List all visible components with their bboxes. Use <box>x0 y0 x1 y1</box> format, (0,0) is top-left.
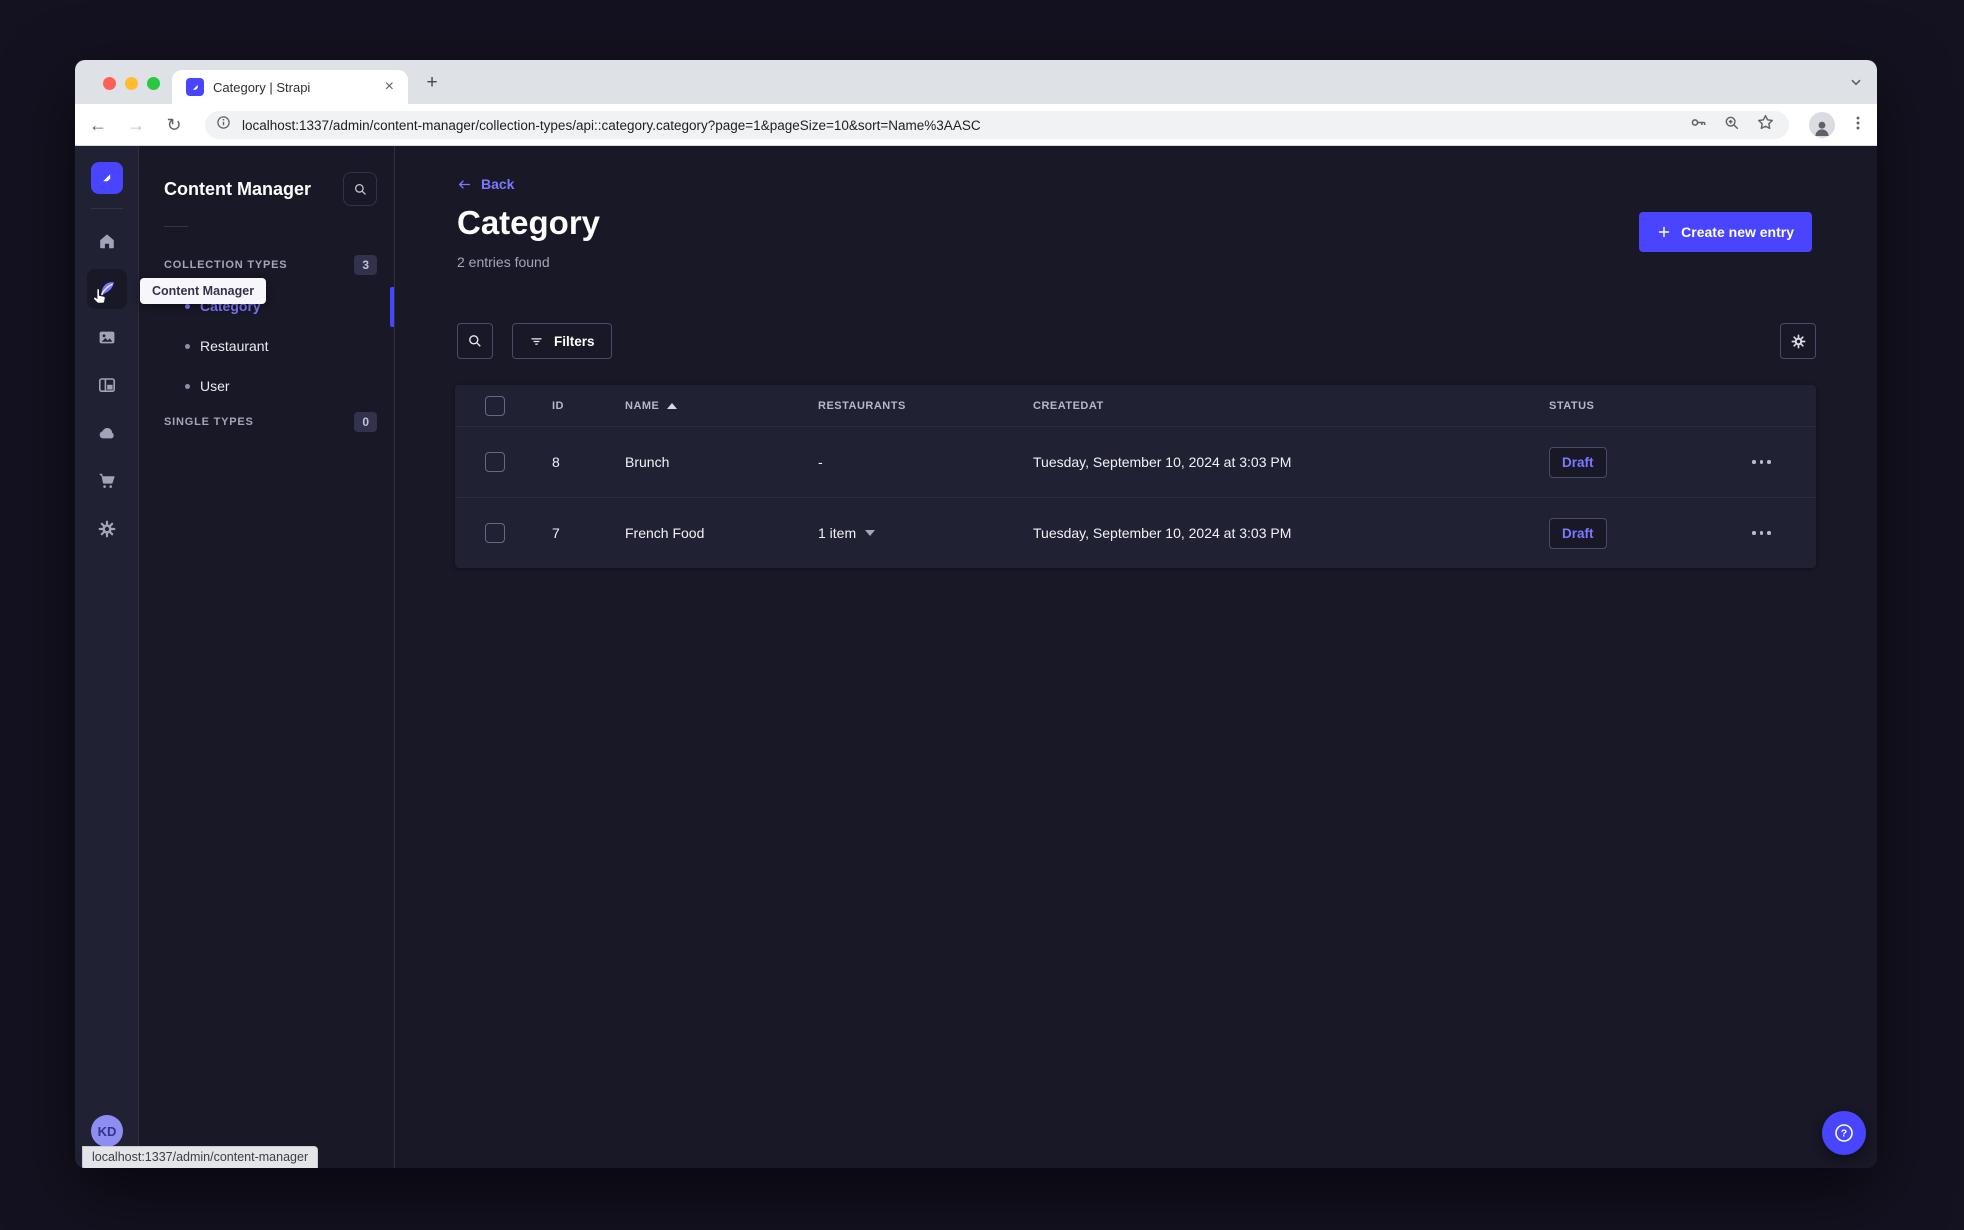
close-window-button[interactable] <box>103 77 116 90</box>
arrow-left-icon <box>458 179 471 189</box>
table-header-row: ID NAME RESTAURANTS CREATEDAT STATUS <box>455 385 1816 426</box>
content-manager-tooltip: Content Manager <box>140 278 267 304</box>
browser-tab[interactable]: Category | Strapi × <box>172 70 408 104</box>
subnav-title: Content Manager <box>164 178 312 199</box>
help-button[interactable]: ? <box>1822 1111 1866 1155</box>
gear-icon <box>1791 334 1805 348</box>
row-checkbox[interactable] <box>485 452 505 472</box>
filter-icon <box>531 337 542 345</box>
user-avatar[interactable]: KD <box>91 1115 123 1147</box>
single-types-label: SINGLE TYPES <box>164 416 254 428</box>
sort-ascending-icon <box>667 402 678 409</box>
create-button-label: Create new entry <box>1681 224 1794 240</box>
bullet-icon <box>185 383 190 389</box>
create-new-entry-button[interactable]: Create new entry <box>1639 212 1812 252</box>
cell-id: 7 <box>552 525 560 541</box>
collection-types-count-badge: 3 <box>354 255 377 275</box>
main-content: Back Category 2 entries found Create new… <box>395 146 1877 1168</box>
sidebar-item-content-type-builder[interactable] <box>87 365 127 405</box>
tab-close-icon[interactable]: × <box>381 77 398 97</box>
reload-icon[interactable]: ↻ <box>163 114 185 136</box>
row-checkbox[interactable] <box>485 523 505 543</box>
table-row[interactable]: 8 Brunch - Tuesday, September 10, 2024 a… <box>455 426 1816 497</box>
col-header-restaurants[interactable]: RESTAURANTS <box>818 400 1033 412</box>
minimize-window-button[interactable] <box>125 77 138 90</box>
status-badge: Draft <box>1549 446 1607 478</box>
table-settings-button[interactable] <box>1780 323 1816 359</box>
subnav-item-label: Restaurant <box>200 338 269 354</box>
subnav-item-label: User <box>200 378 230 394</box>
back-label: Back <box>481 176 515 192</box>
browser-toolbar: ← → ↻ localhost:1337/admin/content-manag… <box>75 104 1877 146</box>
table-search-button[interactable] <box>457 323 493 359</box>
back-link[interactable]: Back <box>457 176 514 192</box>
password-key-icon[interactable] <box>1689 113 1708 137</box>
entries-count: 2 entries found <box>457 254 550 270</box>
cell-name: French Food <box>625 525 705 541</box>
link-preview-statusbar: localhost:1337/admin/content-manager <box>82 1146 319 1168</box>
tab-title: Category | Strapi <box>213 79 311 95</box>
browser-menu-icon[interactable] <box>1849 114 1867 137</box>
status-badge: Draft <box>1549 517 1607 549</box>
col-header-createdat[interactable]: CREATEDAT <box>1033 400 1549 412</box>
sidebar-item-settings[interactable] <box>87 509 127 549</box>
question-mark-icon: ? <box>1835 1124 1853 1142</box>
col-header-status[interactable]: STATUS <box>1549 400 1750 412</box>
site-info-icon[interactable] <box>215 114 232 136</box>
bullet-icon <box>185 343 190 349</box>
url-text[interactable]: localhost:1337/admin/content-manager/col… <box>242 118 1679 133</box>
browser-profile-avatar[interactable] <box>1809 112 1835 138</box>
col-header-id[interactable]: ID <box>552 400 625 412</box>
bookmark-star-icon[interactable] <box>1756 113 1775 137</box>
svg-text:?: ? <box>1841 1128 1847 1140</box>
subnav-item-user[interactable]: User <box>139 366 394 406</box>
cell-createdat: Tuesday, September 10, 2024 at 3:03 PM <box>1033 525 1292 541</box>
bullet-icon <box>185 303 190 309</box>
page-title: Category <box>457 204 601 241</box>
address-bar[interactable]: localhost:1337/admin/content-manager/col… <box>205 111 1789 139</box>
sidebar-item-marketplace[interactable] <box>87 461 127 501</box>
forward-nav-icon[interactable]: → <box>125 114 147 136</box>
row-actions-menu-icon[interactable] <box>1750 527 1816 539</box>
sidebar-divider <box>90 208 123 209</box>
cell-name: Brunch <box>625 454 670 470</box>
cell-createdat: Tuesday, September 10, 2024 at 3:03 PM <box>1033 454 1292 470</box>
cell-id: 8 <box>552 454 560 470</box>
collection-types-label: COLLECTION TYPES <box>164 259 288 271</box>
table-row[interactable]: 7 French Food 1 item Tuesday, September … <box>455 497 1816 568</box>
cell-restaurants[interactable]: 1 item <box>818 525 1033 541</box>
row-actions-menu-icon[interactable] <box>1750 456 1816 468</box>
sidebar-item-media-library[interactable] <box>87 317 127 357</box>
strapi-app: KD Content Manager COLLECTION TYPES 3 Ca… <box>75 146 1877 1168</box>
cell-restaurants: - <box>818 454 823 470</box>
subnav-item-restaurant[interactable]: Restaurant <box>139 326 394 366</box>
strapi-logo[interactable] <box>90 162 123 194</box>
subnav-divider <box>164 226 188 227</box>
filters-button[interactable]: Filters <box>512 323 612 359</box>
strapi-favicon <box>186 78 204 96</box>
active-item-indicator <box>390 287 394 327</box>
browser-tabstrip: Category | Strapi × + <box>75 60 1877 104</box>
entries-table: ID NAME RESTAURANTS CREATEDAT STATUS 8 B… <box>455 385 1816 568</box>
back-nav-icon[interactable]: ← <box>87 114 109 136</box>
maximize-window-button[interactable] <box>147 77 160 90</box>
sidebar-item-home[interactable] <box>87 221 127 261</box>
new-tab-button[interactable]: + <box>420 71 444 95</box>
col-header-name[interactable]: NAME <box>625 400 818 412</box>
tab-search-chevron-icon[interactable] <box>1847 73 1865 91</box>
plus-icon <box>1658 226 1670 238</box>
zoom-page-icon[interactable] <box>1723 114 1741 137</box>
filters-label: Filters <box>554 333 595 349</box>
traffic-lights <box>103 77 160 90</box>
search-icon <box>469 335 481 347</box>
browser-window: Category | Strapi × + ← → ↻ localhost:13… <box>75 60 1877 1168</box>
sidebar-item-cloud[interactable] <box>87 413 127 453</box>
chevron-down-icon <box>865 530 876 536</box>
select-all-checkbox[interactable] <box>485 395 505 416</box>
single-types-count-badge: 0 <box>354 412 377 432</box>
hand-cursor-icon <box>89 286 111 313</box>
subnav-search-button[interactable] <box>343 172 377 206</box>
